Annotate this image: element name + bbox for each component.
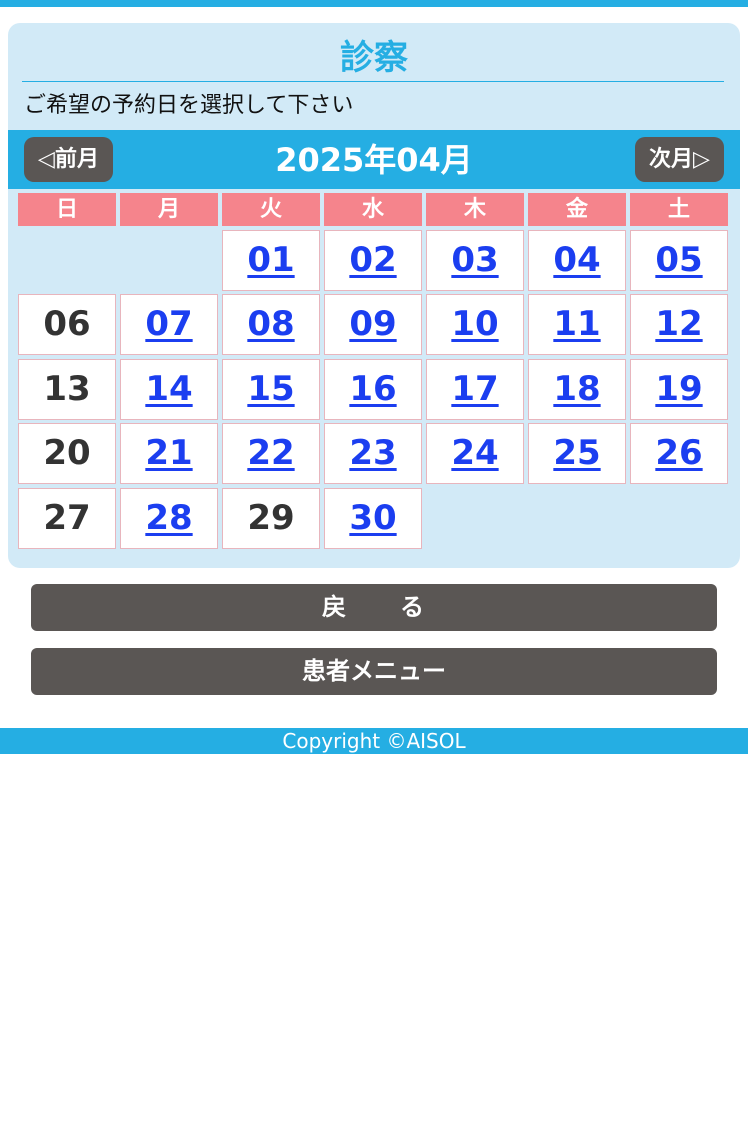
day-link-23[interactable]: 23 <box>349 433 396 473</box>
footer-copyright: Copyright ©AISOL <box>0 728 748 754</box>
day-link-18[interactable]: 18 <box>553 369 600 409</box>
calendar-day-cell[interactable]: 24 <box>426 423 524 484</box>
weekday-header-wed: 水 <box>324 193 422 226</box>
next-month-button[interactable]: 次月▷ <box>635 137 724 182</box>
day-link-02[interactable]: 02 <box>349 240 396 280</box>
weekday-header-mon: 月 <box>120 193 218 226</box>
day-unavailable-20: 20 <box>43 433 91 473</box>
calendar-day-cell[interactable]: 08 <box>222 294 320 355</box>
day-link-03[interactable]: 03 <box>451 240 498 280</box>
weekday-header-thu: 木 <box>426 193 524 226</box>
day-link-16[interactable]: 16 <box>349 369 396 409</box>
weekday-header-sun: 日 <box>18 193 116 226</box>
calendar-day-cell[interactable]: 22 <box>222 423 320 484</box>
day-unavailable-27: 27 <box>43 498 91 538</box>
patient-menu-button[interactable]: 患者メニュー <box>31 648 717 695</box>
calendar-day-cell: 27 <box>18 488 116 549</box>
day-link-11[interactable]: 11 <box>553 304 600 344</box>
calendar-day-cell[interactable]: 26 <box>630 423 728 484</box>
calendar-day-cell[interactable]: 28 <box>120 488 218 549</box>
day-link-15[interactable]: 15 <box>247 369 294 409</box>
calendar-day-cell[interactable]: 01 <box>222 230 320 291</box>
calendar-day-cell[interactable]: 30 <box>324 488 422 549</box>
day-link-28[interactable]: 28 <box>145 498 192 538</box>
calendar-day-cell: 06 <box>18 294 116 355</box>
calendar-day-cell[interactable]: 17 <box>426 359 524 420</box>
calendar-day-cell[interactable]: 15 <box>222 359 320 420</box>
day-link-21[interactable]: 21 <box>145 433 192 473</box>
day-link-10[interactable]: 10 <box>451 304 498 344</box>
calendar-day-cell[interactable]: 16 <box>324 359 422 420</box>
weekday-header-sat: 土 <box>630 193 728 226</box>
calendar-day-cell[interactable]: 10 <box>426 294 524 355</box>
weekday-header-fri: 金 <box>528 193 626 226</box>
calendar-day-cell[interactable]: 14 <box>120 359 218 420</box>
calendar-day-cell: 13 <box>18 359 116 420</box>
day-link-19[interactable]: 19 <box>655 369 702 409</box>
day-link-30[interactable]: 30 <box>349 498 396 538</box>
calendar-day-cell[interactable]: 03 <box>426 230 524 291</box>
calendar-day-cell[interactable]: 23 <box>324 423 422 484</box>
calendar-day-cell[interactable]: 04 <box>528 230 626 291</box>
calendar-day-cell[interactable]: 05 <box>630 230 728 291</box>
title-divider <box>22 81 724 82</box>
calendar-day-cell[interactable]: 18 <box>528 359 626 420</box>
day-link-08[interactable]: 08 <box>247 304 294 344</box>
calendar-day-cell[interactable]: 19 <box>630 359 728 420</box>
day-link-12[interactable]: 12 <box>655 304 702 344</box>
day-link-04[interactable]: 04 <box>553 240 600 280</box>
day-link-24[interactable]: 24 <box>451 433 498 473</box>
day-link-17[interactable]: 17 <box>451 369 498 409</box>
calendar-day-cell[interactable]: 12 <box>630 294 728 355</box>
top-accent-bar <box>0 0 748 7</box>
calendar-day-cell: 20 <box>18 423 116 484</box>
calendar-day-cell[interactable]: 07 <box>120 294 218 355</box>
day-link-26[interactable]: 26 <box>655 433 702 473</box>
day-link-07[interactable]: 07 <box>145 304 192 344</box>
instruction-text: ご希望の予約日を選択して下さい <box>24 93 354 118</box>
weekday-header-tue: 火 <box>222 193 320 226</box>
calendar-day-cell[interactable]: 21 <box>120 423 218 484</box>
calendar-day-cell: 29 <box>222 488 320 549</box>
day-unavailable-06: 06 <box>43 304 91 344</box>
calendar-day-cell[interactable]: 02 <box>324 230 422 291</box>
day-link-05[interactable]: 05 <box>655 240 702 280</box>
calendar-day-cell[interactable]: 11 <box>528 294 626 355</box>
day-link-14[interactable]: 14 <box>145 369 192 409</box>
day-link-09[interactable]: 09 <box>349 304 396 344</box>
calendar-day-cell[interactable]: 25 <box>528 423 626 484</box>
day-unavailable-29: 29 <box>247 498 295 538</box>
day-link-22[interactable]: 22 <box>247 433 294 473</box>
day-unavailable-13: 13 <box>43 369 91 409</box>
day-link-25[interactable]: 25 <box>553 433 600 473</box>
back-button[interactable]: 戻 る <box>31 584 717 631</box>
day-link-01[interactable]: 01 <box>247 240 294 280</box>
calendar-day-cell[interactable]: 09 <box>324 294 422 355</box>
page-title: 診察 <box>340 38 408 78</box>
